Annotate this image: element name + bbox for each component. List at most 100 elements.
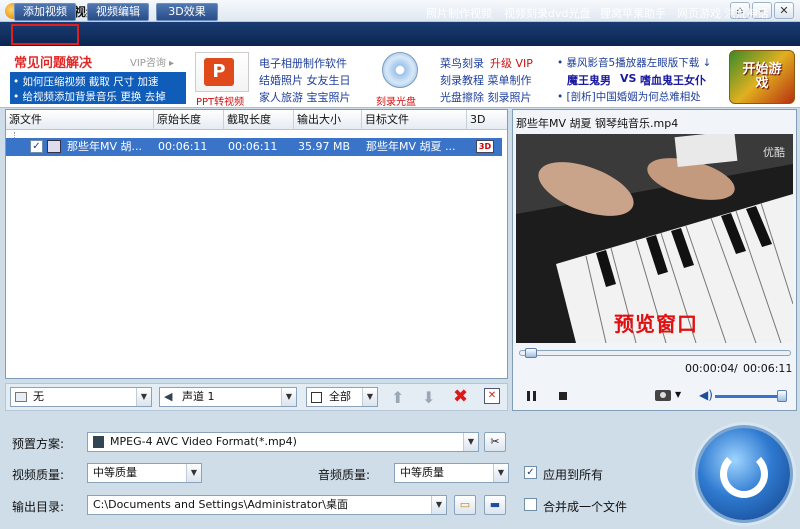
subtitle-select[interactable]: 无 ▼ <box>10 387 152 407</box>
preview-title: 那些年MV 胡夏 钢琴纯音乐.mp4 <box>516 117 679 130</box>
video-preview[interactable]: 优酷 预览窗口 <box>516 134 793 343</box>
photo-album-link[interactable]: 电子相册制作软件 <box>259 55 347 71</box>
select-all-label: 全部 <box>329 390 351 403</box>
open-folder-icon[interactable]: ▬ <box>484 495 506 515</box>
col-orig-length[interactable]: 原始长度 <box>154 110 224 130</box>
video-format-icon <box>93 436 104 448</box>
list-toolbar: 无 ▼ ◀ 声道 1 ▼ 全部 ▼ ⬆ ⬇ ✖ ✕ <box>5 383 508 411</box>
col-target[interactable]: 目标文件 <box>362 110 467 130</box>
ppt-icon[interactable]: P <box>195 52 249 92</box>
seek-bar[interactable] <box>519 348 791 358</box>
video-quality-select[interactable]: 中等质量 ▼ <box>87 463 202 483</box>
chevron-down-icon: ▼ <box>431 496 446 514</box>
merge-checkbox[interactable] <box>524 498 537 511</box>
video-quality-value: 中等质量 <box>93 466 137 479</box>
family-photo-link[interactable]: 家人旅游 宝宝照片 <box>259 89 351 105</box>
row-source: 那些年MV 胡... <box>67 140 143 153</box>
col-source[interactable]: 源文件 <box>6 110 154 130</box>
highlight-annotation-box <box>11 24 79 45</box>
speaker-icon: ◀ <box>164 390 173 403</box>
clear-list-icon[interactable]: ✕ <box>484 388 500 404</box>
preset-label: 预置方案: <box>12 437 65 451</box>
move-up-icon[interactable]: ⬆ <box>391 388 404 407</box>
total-time: 00:06:11 <box>743 362 793 375</box>
select-all-combo[interactable]: 全部 ▼ <box>306 387 378 407</box>
close-button[interactable]: ✕ <box>774 2 794 19</box>
faq-item-compress[interactable]: • 如何压缩视频 截取 尺寸 加速 <box>13 74 159 89</box>
preset-value: MPEG-4 AVC Video Format(*.mp4) <box>110 435 297 448</box>
output-dir-value: C:\Documents and Settings\Administrator\… <box>93 498 349 511</box>
demon-king-link[interactable]: 魔王鬼男 <box>567 72 611 88</box>
faq-title: 常见问题解决 <box>14 56 93 71</box>
faq-item-music[interactable]: • 给视频添加背景音乐 更换 去掉 <box>13 89 166 104</box>
marriage-article-link[interactable]: • [剖析]中国婚姻为何总难相处 <box>557 89 701 104</box>
move-down-icon[interactable]: ⬇ <box>422 388 435 407</box>
col-cut-length[interactable]: 截取长度 <box>224 110 294 130</box>
upgrade-vip-link[interactable]: 升级 VIP <box>490 55 533 71</box>
volume-slider[interactable] <box>715 395 783 398</box>
add-video-button[interactable]: 添加视频 <box>14 3 76 21</box>
youku-watermark: 优酷 <box>763 146 785 159</box>
burn-disc-link[interactable]: 刻录光盘 <box>376 93 416 108</box>
audio-quality-value: 中等质量 <box>400 466 444 479</box>
wrench-icon[interactable]: ✂ <box>484 432 506 452</box>
seek-thumb[interactable] <box>525 348 537 358</box>
row-output-size: 35.97 MB <box>298 140 351 153</box>
check-icon <box>311 392 322 403</box>
link-apple-helper[interactable]: 狸窝苹果助手 <box>600 5 666 21</box>
delete-icon[interactable]: ✖ <box>453 386 468 407</box>
table-row[interactable]: ✓ 那些年MV 胡... 00:06:11 00:06:11 35.97 MB … <box>6 138 502 156</box>
volume-thumb[interactable] <box>777 390 787 402</box>
vip-consult-link[interactable]: VIP咨询 ▸ <box>130 54 174 69</box>
row-orig-length: 00:06:11 <box>158 140 208 153</box>
disc-icon[interactable] <box>378 50 422 92</box>
apply-all-label: 应用到所有 <box>543 468 604 482</box>
audio-track-value: 声道 1 <box>182 390 215 403</box>
start-game-label: 开始游戏 <box>742 62 782 91</box>
row-cut-length: 00:06:11 <box>228 140 278 153</box>
maid-link[interactable]: 嗜血鬼王女仆 <box>640 72 706 88</box>
chevron-down-icon: ▼ <box>186 464 201 482</box>
settings-panel: 预置方案: MPEG-4 AVC Video Format(*.mp4) ▼ ✂… <box>0 422 800 529</box>
output-dir-select[interactable]: C:\Documents and Settings\Administrator\… <box>87 495 447 515</box>
convert-button[interactable] <box>698 428 790 520</box>
stop-icon[interactable] <box>559 392 567 400</box>
effect-3d-button[interactable]: 3D效果 <box>156 3 218 21</box>
edit-video-button[interactable]: 视频编辑 <box>87 3 149 21</box>
folder-browse-icon[interactable]: ▭ <box>454 495 476 515</box>
file-list[interactable]: 源文件 原始长度 截取长度 输出大小 目标文件 3D ✓ 那些年MV 胡... … <box>5 109 508 379</box>
link-dvd-burn[interactable]: 视频刻录dvd光盘 <box>504 5 590 21</box>
baofeng-download-link[interactable]: • 暴风影音5播放器左眼版下载 ↓ <box>557 55 711 70</box>
convert-arrow-icon <box>720 450 768 498</box>
start-game-button[interactable]: 开始游戏 <box>729 50 795 104</box>
chevron-down-icon: ▼ <box>463 433 478 451</box>
disc-erase-link[interactable]: 光盘擦除 刻录照片 <box>440 89 532 105</box>
link-photo-video[interactable]: 照片制作视频 <box>426 5 492 21</box>
chevron-down-icon[interactable]: ▼ <box>675 390 681 399</box>
audio-quality-select[interactable]: 中等质量 ▼ <box>394 463 509 483</box>
list-header: 源文件 原始长度 截取长度 输出大小 目标文件 3D <box>6 110 507 130</box>
subtitle-value: 无 <box>33 390 44 403</box>
3d-icon[interactable]: 3D <box>476 140 494 153</box>
link-web-game[interactable]: 网页游戏 洪荒神话 <box>677 5 769 21</box>
rookie-burn-link[interactable]: 菜鸟刻录 <box>440 55 484 71</box>
col-output-size[interactable]: 输出大小 <box>294 110 362 130</box>
audio-track-select[interactable]: ◀ 声道 1 ▼ <box>159 387 297 407</box>
preset-select[interactable]: MPEG-4 AVC Video Format(*.mp4) ▼ <box>87 432 479 452</box>
camera-icon[interactable] <box>655 390 671 401</box>
subtitle-icon <box>15 392 27 402</box>
row-target: 那些年MV 胡夏 ... <box>366 140 456 153</box>
volume-icon[interactable]: ◀) <box>699 388 713 402</box>
pause-icon[interactable] <box>527 391 536 401</box>
row-checkbox[interactable]: ✓ <box>30 140 43 153</box>
versus-label: VS <box>620 72 637 85</box>
audio-quality-label: 音频质量: <box>318 468 371 482</box>
ppt-to-video-link[interactable]: PPT转视频 <box>196 93 244 108</box>
chevron-down-icon: ▼ <box>493 464 508 482</box>
film-icon <box>47 140 61 153</box>
chevron-down-icon: ▼ <box>281 388 296 406</box>
wedding-photo-link[interactable]: 结婚照片 女友生日 <box>259 72 351 88</box>
burn-tutorial-link[interactable]: 刻录教程 菜单制作 <box>440 72 532 88</box>
apply-all-checkbox[interactable]: ✓ <box>524 466 537 479</box>
col-3d[interactable]: 3D <box>467 110 507 130</box>
